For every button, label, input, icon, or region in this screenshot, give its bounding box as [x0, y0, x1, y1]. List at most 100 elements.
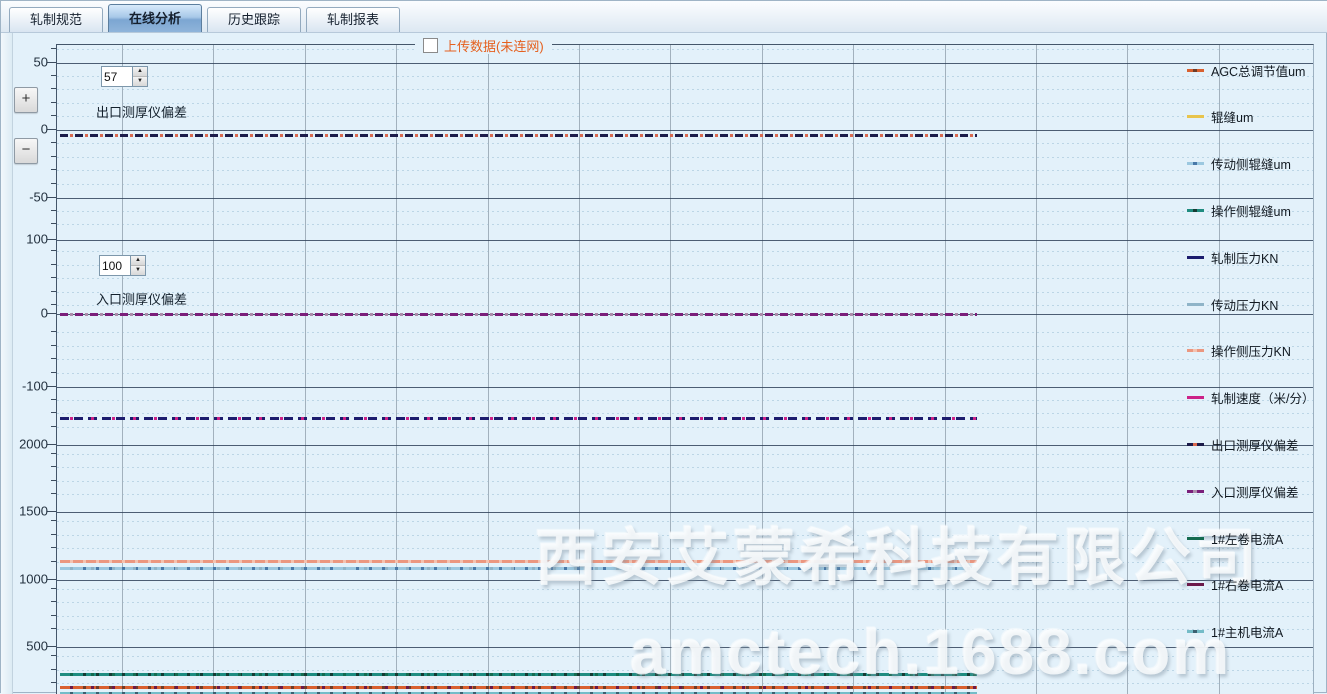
legend-label: 入口测厚仪偏差 — [1211, 482, 1299, 501]
minor-gridline — [57, 278, 1313, 279]
minor-tick — [51, 547, 56, 548]
legend-item-2[interactable]: 辊缝um — [1187, 108, 1317, 126]
y-axis-tick-label: 100 — [1, 232, 48, 247]
minor-tick — [51, 412, 56, 413]
vertical-gridline — [579, 45, 580, 694]
legend-swatch-icon — [1187, 396, 1204, 399]
tab-4[interactable]: 轧制报表 — [306, 7, 400, 32]
entry-gauge-input[interactable] — [99, 255, 130, 276]
minor-tick — [51, 331, 56, 332]
minor-tick — [51, 156, 56, 157]
upload-checkbox[interactable] — [423, 38, 438, 53]
legend-item-9[interactable]: 出口测厚仪偏差 — [1187, 435, 1317, 453]
major-gridline — [57, 198, 1313, 199]
legend-item-6[interactable]: 传动压力KN — [1187, 295, 1317, 313]
major-gridline — [57, 240, 1313, 241]
vertical-gridline — [945, 45, 946, 694]
vertical-gridline — [122, 45, 123, 694]
exit-gauge-input[interactable] — [101, 66, 132, 87]
minor-tick — [51, 601, 56, 602]
minor-gridline — [57, 211, 1313, 212]
major-tick — [47, 239, 56, 240]
vertical-gridline — [670, 45, 671, 694]
legend-swatch-icon — [1187, 537, 1204, 540]
series-line-10 — [60, 313, 977, 316]
minor-gridline — [57, 49, 1313, 50]
tab-1[interactable]: 轧制规范 — [9, 7, 103, 32]
legend-item-1[interactable]: AGC总调节值um — [1187, 61, 1317, 79]
vertical-gridline — [853, 45, 854, 694]
minor-tick — [51, 655, 56, 656]
tab-3[interactable]: 历史跟踪 — [207, 7, 301, 32]
legend-label: 1#左卷电流A — [1211, 529, 1283, 548]
chart-plot-area: 西安艾蒙希科技有限公司 amctech.1688.com — [56, 44, 1314, 694]
minor-tick — [51, 615, 56, 616]
minor-gridline — [57, 535, 1313, 536]
vertical-gridline — [1219, 45, 1220, 694]
minor-gridline — [57, 224, 1313, 225]
legend-item-4[interactable]: 操作侧辊缝um — [1187, 201, 1317, 219]
minor-gridline — [57, 454, 1313, 455]
y-axis-tick-label: -50 — [1, 189, 48, 204]
legend-item-3[interactable]: 传动侧辊缝um — [1187, 155, 1317, 173]
minor-tick — [51, 682, 56, 683]
minor-tick — [51, 628, 56, 629]
minor-tick — [51, 345, 56, 346]
minor-tick — [51, 169, 56, 170]
major-tick — [47, 444, 56, 445]
vertical-gridline — [213, 45, 214, 694]
minor-gridline — [57, 292, 1313, 293]
legend-item-11[interactable]: 1#左卷电流A — [1187, 529, 1317, 547]
minor-gridline — [57, 683, 1313, 684]
y-axis-tick-label: 2000 — [1, 437, 48, 452]
zoom-in-button[interactable]: + — [14, 87, 38, 113]
legend-swatch-icon — [1187, 115, 1204, 118]
minor-tick — [51, 399, 56, 400]
minor-gridline — [57, 616, 1313, 617]
minor-gridline — [57, 170, 1313, 171]
entry-gauge-spin-up-icon[interactable]: ▲ — [131, 256, 145, 266]
minor-tick — [51, 304, 56, 305]
minor-gridline — [57, 400, 1313, 401]
major-gridline — [57, 512, 1313, 513]
legend-swatch-icon — [1187, 630, 1204, 633]
legend-swatch-icon — [1187, 490, 1204, 493]
legend-swatch-icon — [1187, 162, 1204, 165]
legend-label: 操作侧压力KN — [1211, 341, 1291, 360]
minor-gridline — [57, 346, 1313, 347]
major-gridline — [57, 445, 1313, 446]
legend-item-7[interactable]: 操作侧压力KN — [1187, 342, 1317, 360]
minor-tick — [51, 372, 56, 373]
major-tick — [47, 386, 56, 387]
series-line-6 — [60, 567, 977, 570]
legend-item-5[interactable]: 轧制压力KN — [1187, 248, 1317, 266]
minor-tick — [51, 102, 56, 103]
tab-2[interactable]: 在线分析 — [108, 4, 202, 32]
legend-item-8[interactable]: 轧制速度（米/分） — [1187, 389, 1317, 407]
minor-tick — [51, 426, 56, 427]
minor-tick — [51, 223, 56, 224]
y-axis-tick-label: 1000 — [1, 571, 48, 586]
major-gridline — [57, 647, 1313, 648]
legend-swatch-icon — [1187, 303, 1204, 306]
minor-gridline — [57, 76, 1313, 77]
minor-gridline — [57, 373, 1313, 374]
major-tick — [47, 62, 56, 63]
series-line-9 — [60, 134, 977, 137]
minor-tick — [51, 142, 56, 143]
exit-gauge-spin-up-icon[interactable]: ▲ — [133, 67, 147, 77]
legend-item-13[interactable]: 1#主机电流A — [1187, 623, 1317, 641]
zoom-out-button[interactable]: − — [14, 138, 38, 164]
minor-tick — [51, 453, 56, 454]
legend-item-10[interactable]: 入口测厚仪偏差 — [1187, 482, 1317, 500]
minor-gridline — [57, 494, 1313, 495]
minor-gridline — [57, 656, 1313, 657]
tab-bar: 轧制规范在线分析历史跟踪轧制报表 — [1, 1, 1327, 33]
minor-tick — [51, 358, 56, 359]
legend-item-12[interactable]: 1#右卷电流A — [1187, 576, 1317, 594]
minor-gridline — [57, 143, 1313, 144]
major-tick — [47, 579, 56, 580]
exit-gauge-spin-down-icon[interactable]: ▼ — [133, 77, 147, 86]
legend-label: 轧制速度（米/分） — [1211, 388, 1314, 407]
entry-gauge-spin-down-icon[interactable]: ▼ — [131, 266, 145, 275]
